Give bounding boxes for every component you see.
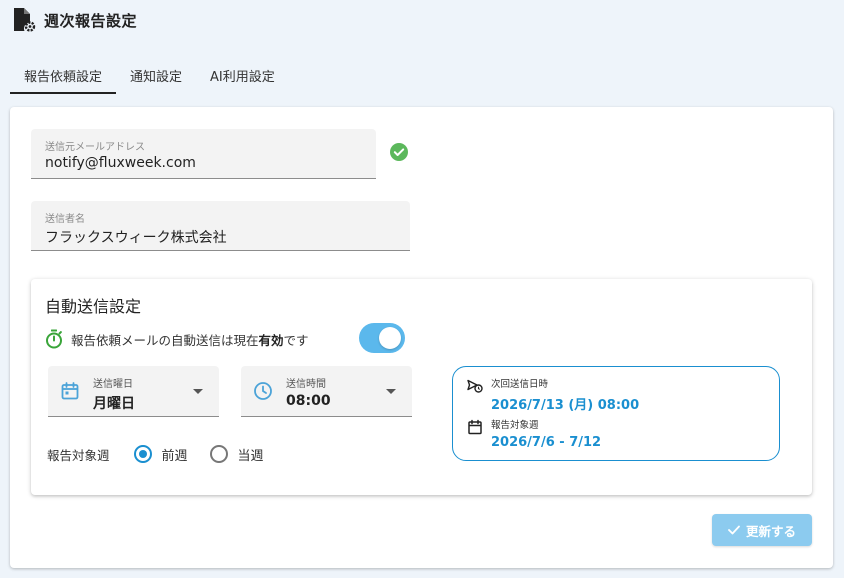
sender-email-field[interactable]: 送信元メールアドレス notify@fluxweek.com bbox=[31, 129, 376, 179]
update-button[interactable]: 更新する bbox=[712, 514, 812, 546]
radio-previous-week-label: 前週 bbox=[161, 448, 188, 464]
target-week-row: 報告対象週 前週 当週 bbox=[47, 443, 286, 465]
next-send-info-box: 次回送信日時 2026/7/13 (月) 08:00 報告対象週 2026/7/… bbox=[452, 366, 780, 461]
sender-name-field[interactable]: 送信者名 フラックスウィーク株式会社 bbox=[31, 201, 410, 251]
target-range-label: 報告対象週 bbox=[491, 420, 539, 431]
next-send-value: 2026/7/13 (月) 08:00 bbox=[491, 398, 640, 413]
radio-current-week[interactable]: 当週 bbox=[209, 445, 264, 464]
auto-send-title: 自動送信設定 bbox=[45, 297, 142, 316]
radio-button-unchecked[interactable] bbox=[209, 445, 228, 463]
tab-ai-usage[interactable]: AI利用設定 bbox=[196, 58, 289, 92]
tab-bar: 報告依頼設定 通知設定 AI利用設定 bbox=[10, 58, 289, 94]
sender-email-value: notify@fluxweek.com bbox=[45, 155, 196, 171]
auto-send-toggle[interactable] bbox=[359, 323, 405, 353]
settings-document-icon bbox=[12, 7, 36, 33]
tab-report-request[interactable]: 報告依頼設定 bbox=[10, 58, 117, 94]
sender-name-value: フラックスウィーク株式会社 bbox=[45, 230, 227, 246]
page-title: 週次報告設定 bbox=[44, 11, 138, 30]
clock-icon bbox=[253, 381, 273, 401]
page-header: 週次報告設定 bbox=[12, 6, 137, 34]
target-week-label: 報告対象週 bbox=[47, 447, 110, 463]
calendar-icon bbox=[60, 381, 80, 401]
update-button-label: 更新する bbox=[745, 523, 796, 539]
send-time-select[interactable]: 送信時間 08:00 bbox=[241, 366, 412, 417]
check-icon bbox=[728, 523, 740, 538]
scheduled-send-icon bbox=[467, 378, 483, 394]
toggle-knob bbox=[379, 327, 401, 349]
sender-name-label: 送信者名 bbox=[45, 214, 85, 225]
tab-notification[interactable]: 通知設定 bbox=[116, 58, 196, 92]
chevron-down-icon bbox=[386, 389, 396, 394]
target-range-value: 2026/7/6 - 7/12 bbox=[491, 435, 602, 450]
send-time-label: 送信時間 bbox=[286, 379, 326, 390]
send-time-value: 08:00 bbox=[286, 393, 331, 409]
settings-card: 送信元メールアドレス notify@fluxweek.com 送信者名 フラック… bbox=[10, 107, 833, 568]
check-circle-icon bbox=[390, 143, 408, 161]
timer-icon bbox=[45, 329, 63, 349]
calendar-today-icon bbox=[467, 419, 483, 435]
status-suffix: です bbox=[283, 332, 309, 348]
send-weekday-value: 月曜日 bbox=[93, 396, 135, 412]
radio-current-week-label: 当週 bbox=[237, 448, 264, 464]
status-prefix: 報告依頼メールの自動送信は現在 bbox=[71, 332, 259, 348]
radio-button-checked[interactable] bbox=[133, 445, 152, 463]
auto-send-settings-card: 自動送信設定 報告依頼メールの自動送信は現在 有効 です 送信曜日 月曜日 送信… bbox=[31, 279, 812, 495]
next-send-info: 次回送信日時 2026/7/13 (月) 08:00 bbox=[467, 376, 639, 413]
next-send-label: 次回送信日時 bbox=[491, 379, 549, 390]
status-value: 有効 bbox=[258, 332, 284, 348]
send-weekday-label: 送信曜日 bbox=[93, 379, 133, 390]
radio-previous-week[interactable]: 前週 bbox=[133, 445, 188, 464]
send-weekday-select[interactable]: 送信曜日 月曜日 bbox=[48, 366, 219, 417]
chevron-down-icon bbox=[193, 389, 203, 394]
auto-send-status: 報告依頼メールの自動送信は現在 有効 です bbox=[45, 327, 309, 351]
sender-email-label: 送信元メールアドレス bbox=[45, 142, 145, 153]
target-range-info: 報告対象週 2026/7/6 - 7/12 bbox=[467, 417, 601, 450]
